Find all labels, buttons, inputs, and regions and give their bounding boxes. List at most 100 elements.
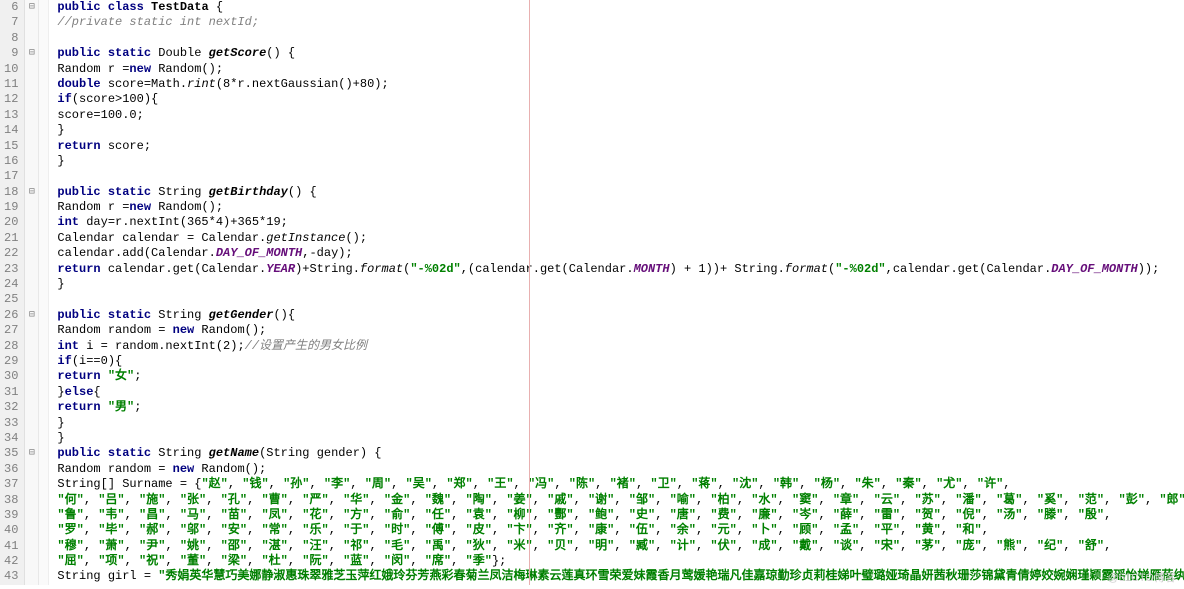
fold-toggle xyxy=(25,169,38,184)
code-line[interactable]: Random r =new Random(); xyxy=(57,200,1184,215)
fold-toggle xyxy=(25,477,38,492)
fold-toggle xyxy=(25,215,38,230)
line-number: 12 xyxy=(4,92,20,107)
code-line[interactable] xyxy=(57,31,1184,46)
code-editor[interactable]: 6789101112131415161718192021222324252627… xyxy=(0,0,1184,585)
line-number: 19 xyxy=(4,200,20,215)
line-number: 34 xyxy=(4,431,20,446)
line-number: 18 xyxy=(4,185,20,200)
code-line[interactable]: String[] Surname = {"赵", "钱", "孙", "李", … xyxy=(57,477,1184,492)
code-line[interactable]: public static String getName(String gend… xyxy=(57,446,1184,461)
code-line[interactable]: "屈", "项", "祝", "董", "梁", "杜", "阮", "蓝", … xyxy=(57,554,1184,569)
line-number: 43 xyxy=(4,569,20,584)
line-number: 9 xyxy=(4,46,20,61)
fold-column[interactable]: ⊟ ⊟ ⊟ ⊟ ⊟ xyxy=(25,0,39,585)
code-line[interactable]: "罗", "毕", "郝", "邬", "安", "常", "乐", "于", … xyxy=(57,523,1184,538)
fold-toggle xyxy=(25,462,38,477)
line-number: 26 xyxy=(4,308,20,323)
fold-toggle xyxy=(25,569,38,584)
code-line[interactable]: }else{ xyxy=(57,385,1184,400)
code-line[interactable]: } xyxy=(57,416,1184,431)
code-line[interactable]: return "男"; xyxy=(57,400,1184,415)
code-line[interactable]: Random r =new Random(); xyxy=(57,62,1184,77)
fold-toggle[interactable]: ⊟ xyxy=(25,446,38,461)
line-number: 15 xyxy=(4,139,20,154)
code-line[interactable]: score=100.0; xyxy=(57,108,1184,123)
line-number: 24 xyxy=(4,277,20,292)
line-number: 38 xyxy=(4,493,20,508)
fold-toggle xyxy=(25,231,38,246)
code-line[interactable]: "何", "吕", "施", "张", "孔", "曹", "严", "华", … xyxy=(57,493,1184,508)
fold-toggle[interactable]: ⊟ xyxy=(25,308,38,323)
line-number: 13 xyxy=(4,108,20,123)
fold-toggle xyxy=(25,15,38,30)
code-area[interactable]: public class TestData { //private static… xyxy=(49,0,1184,585)
fold-toggle xyxy=(25,62,38,77)
fold-toggle[interactable]: ⊟ xyxy=(25,0,38,15)
code-line[interactable]: public static String getBirthday() { xyxy=(57,185,1184,200)
fold-toggle[interactable]: ⊟ xyxy=(25,185,38,200)
code-line[interactable]: Random random = new Random(); xyxy=(57,462,1184,477)
code-line[interactable]: if(i==0){ xyxy=(57,354,1184,369)
fold-toggle xyxy=(25,369,38,384)
code-line[interactable]: int day=r.nextInt(365*4)+365*19; xyxy=(57,215,1184,230)
line-number: 23 xyxy=(4,262,20,277)
line-number: 41 xyxy=(4,539,20,554)
line-number: 8 xyxy=(4,31,20,46)
fold-toggle xyxy=(25,354,38,369)
line-number: 29 xyxy=(4,354,20,369)
line-number: 27 xyxy=(4,323,20,338)
code-line[interactable]: Random random = new Random(); xyxy=(57,323,1184,338)
line-number: 31 xyxy=(4,385,20,400)
code-line[interactable]: return calendar.get(Calendar.YEAR)+Strin… xyxy=(57,262,1184,277)
line-number: 17 xyxy=(4,169,20,184)
code-line[interactable]: if(score>100){ xyxy=(57,92,1184,107)
line-number: 28 xyxy=(4,339,20,354)
fold-toggle xyxy=(25,323,38,338)
code-line[interactable]: //private static int nextId; xyxy=(57,15,1184,30)
line-number: 6 xyxy=(4,0,20,15)
line-number: 11 xyxy=(4,77,20,92)
fold-toggle xyxy=(25,339,38,354)
fold-toggle xyxy=(25,292,38,307)
line-number: 35 xyxy=(4,446,20,461)
line-number: 37 xyxy=(4,477,20,492)
code-line[interactable]: public static Double getScore() { xyxy=(57,46,1184,61)
fold-toggle xyxy=(25,277,38,292)
fold-toggle xyxy=(25,385,38,400)
code-line[interactable]: } xyxy=(57,431,1184,446)
line-number-gutter: 6789101112131415161718192021222324252627… xyxy=(0,0,25,585)
code-line[interactable]: "穆", "萧", "尹", "姚", "邵", "湛", "汪", "祁", … xyxy=(57,539,1184,554)
code-line[interactable]: "鲁", "韦", "昌", "马", "苗", "凤", "花", "方", … xyxy=(57,508,1184,523)
code-line[interactable]: calendar.add(Calendar.DAY_OF_MONTH,-day)… xyxy=(57,246,1184,261)
fold-toggle xyxy=(25,431,38,446)
fold-toggle xyxy=(25,246,38,261)
code-line[interactable]: public static String getGender(){ xyxy=(57,308,1184,323)
fold-toggle xyxy=(25,493,38,508)
code-line[interactable]: Calendar calendar = Calendar.getInstance… xyxy=(57,231,1184,246)
fold-toggle[interactable]: ⊟ xyxy=(25,46,38,61)
line-number: 10 xyxy=(4,62,20,77)
line-number: 36 xyxy=(4,462,20,477)
code-line[interactable]: } xyxy=(57,154,1184,169)
code-line[interactable]: } xyxy=(57,277,1184,292)
code-line[interactable]: int i = random.nextInt(2);//设置产生的男女比例 xyxy=(57,339,1184,354)
line-number: 7 xyxy=(4,15,20,30)
fold-toggle xyxy=(25,523,38,538)
code-line[interactable]: } xyxy=(57,123,1184,138)
code-line[interactable]: public class TestData { xyxy=(57,0,1184,15)
code-line[interactable]: return score; xyxy=(57,139,1184,154)
right-margin-guide xyxy=(529,0,530,585)
code-line[interactable] xyxy=(57,292,1184,307)
code-line[interactable]: double score=Math.rint(8*r.nextGaussian(… xyxy=(57,77,1184,92)
fold-toggle xyxy=(25,400,38,415)
code-line[interactable] xyxy=(57,169,1184,184)
code-line[interactable]: return "女"; xyxy=(57,369,1184,384)
fold-toggle xyxy=(25,92,38,107)
line-number: 39 xyxy=(4,508,20,523)
line-number: 22 xyxy=(4,246,20,261)
margin-column xyxy=(39,0,49,585)
line-number: 21 xyxy=(4,231,20,246)
code-line[interactable]: String girl = "秀娟英华慧巧美娜静淑惠珠翠雅芝玉萍红娥玲芬芳燕彩春… xyxy=(57,569,1184,584)
fold-toggle xyxy=(25,31,38,46)
